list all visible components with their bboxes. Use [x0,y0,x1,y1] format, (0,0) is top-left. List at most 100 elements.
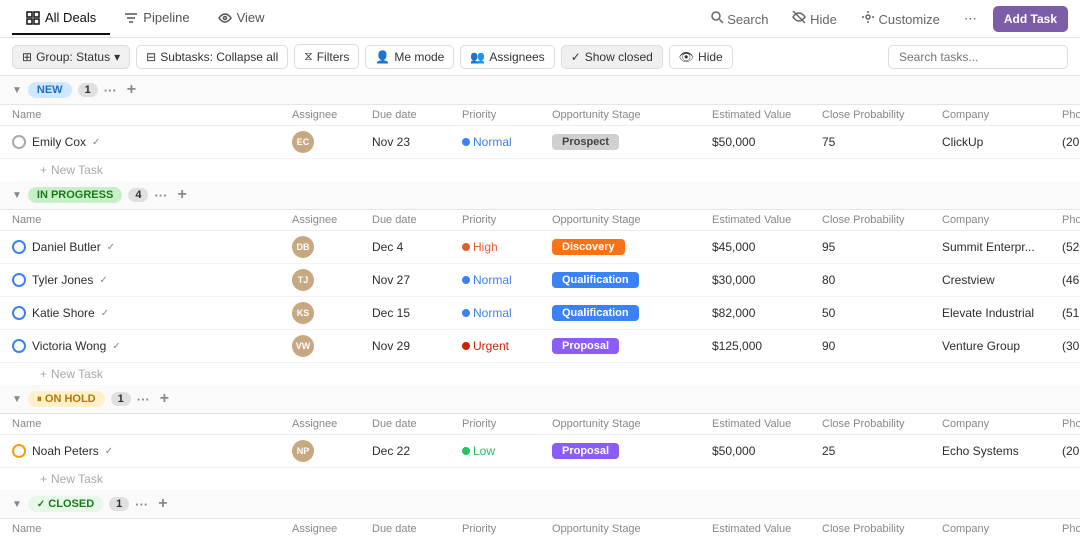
group-chevron-new[interactable]: ▼ [12,85,22,96]
task-name[interactable]: Daniel Butler [32,240,101,254]
group-count-on-hold: 1 [111,392,131,406]
col-header-close-probability: Close Probability [822,418,942,430]
col-header-close-probability: Close Probability [822,523,942,535]
table-row: Daniel Butler ✓ DB Dec 4 High Discovery … [0,231,1080,264]
group-add-new[interactable]: + [127,82,136,98]
filters-btn[interactable]: ⧖ Filters [294,44,359,69]
col-header-opportunity-stage: Opportunity Stage [552,214,712,226]
priority-dot [462,138,470,146]
estimated-value-cell: $30,000 [712,273,822,287]
chevron-down-icon: ▾ [114,50,120,64]
assignee-cell: VW [292,335,372,357]
assignees-btn[interactable]: 👥 Assignees [460,45,554,69]
tab-pipeline[interactable]: Pipeline [110,2,203,35]
group-status-btn[interactable]: ⊞ Group: Status ▾ [12,45,130,69]
table-header-closed: NameAssigneeDue datePriorityOpportunity … [0,519,1080,538]
col-header-phone: Phone [1062,418,1080,430]
subtasks-btn[interactable]: ⊟ Subtasks: Collapse all [136,45,288,69]
group-more-closed[interactable]: ··· [135,497,148,512]
avatar: DB [292,236,314,258]
hide-btn[interactable]: 👁 Hide [669,45,733,69]
col-header-opportunity-stage: Opportunity Stage [552,523,712,535]
hide-button[interactable]: Hide [784,5,844,32]
assignee-cell: NP [292,440,372,462]
verify-icon: ✓ [99,275,107,286]
table-header-new: NameAssigneeDue datePriorityOpportunity … [0,105,1080,126]
task-name[interactable]: Emily Cox [32,135,86,149]
new-task-row-in-progress[interactable]: + New Task [0,363,1080,385]
priority-dot [462,276,470,284]
avatar: EC [292,131,314,153]
task-status-circle[interactable] [12,306,26,320]
phone-cell: (469) 890-1234 [1062,273,1080,287]
show-closed-btn[interactable]: ✓ Show closed [561,45,663,69]
group-more-on-hold[interactable]: ··· [137,392,150,407]
task-name[interactable]: Noah Peters [32,444,99,458]
col-header-priority: Priority [462,523,552,535]
col-header-name: Name [12,418,292,430]
me-mode-btn[interactable]: 👤 Me mode [365,45,454,69]
due-date-cell: Nov 27 [372,273,462,287]
phone-cell: (520) 321-4567 [1062,240,1080,254]
col-header-assignee: Assignee [292,523,372,535]
dots-icon[interactable]: ⋯ [956,6,985,32]
new-task-label: New Task [51,367,103,381]
priority-cell: Normal [462,135,552,149]
pipeline-icon [124,11,138,25]
table-header-in-progress: NameAssigneeDue datePriorityOpportunity … [0,210,1080,231]
verify-icon: ✓ [92,137,100,148]
priority-dot [462,309,470,317]
task-name[interactable]: Victoria Wong [32,339,106,353]
col-header-assignee: Assignee [292,418,372,430]
task-status-circle[interactable] [12,135,26,149]
task-status-circle[interactable] [12,273,26,287]
stage-cell: Discovery [552,239,712,255]
eye-icon [218,11,232,25]
nav-right: Search Hide Customize ⋯ Add Task [702,5,1068,32]
plus-icon: + [40,472,47,486]
add-task-button[interactable]: Add Task [993,6,1068,32]
name-cell: Katie Shore ✓ [12,306,292,320]
group-header-closed: ▼ ✓CLOSED 1 ··· + [0,490,1080,519]
stage-pill: Qualification [552,305,639,321]
col-header-company: Company [942,418,1062,430]
group-chevron-on-hold[interactable]: ▼ [12,394,22,405]
group-chevron-in-progress[interactable]: ▼ [12,190,22,201]
col-header-due-date: Due date [372,214,462,226]
stage-pill: Proposal [552,443,619,459]
group-add-on-hold[interactable]: + [160,391,169,407]
table-row: Katie Shore ✓ KS Dec 15 Normal Qualifica… [0,297,1080,330]
tab-view[interactable]: View [204,2,279,35]
avatar: VW [292,335,314,357]
stage-cell: Qualification [552,305,712,321]
tab-all-deals[interactable]: All Deals [12,2,110,35]
estimated-value-cell: $50,000 [712,444,822,458]
search-tasks-input[interactable] [888,45,1068,69]
col-header-close-probability: Close Probability [822,109,942,121]
group-add-in-progress[interactable]: + [177,187,186,203]
customize-button[interactable]: Customize [853,5,948,32]
col-header-estimated-value: Estimated Value [712,523,822,535]
close-probability-cell: 50 [822,306,942,320]
new-task-row-on-hold[interactable]: + New Task [0,468,1080,490]
task-name[interactable]: Katie Shore [32,306,95,320]
assignee-cell: EC [292,131,372,153]
col-header-name: Name [12,523,292,535]
verify-icon: ✓ [101,308,109,319]
group-more-new[interactable]: ··· [104,83,117,98]
group-chevron-closed[interactable]: ▼ [12,499,22,510]
task-status-circle[interactable] [12,444,26,458]
stage-pill: Prospect [552,134,619,150]
col-header-name: Name [12,214,292,226]
task-name[interactable]: Tyler Jones [32,273,93,287]
group-add-closed[interactable]: + [158,496,167,512]
task-status-circle[interactable] [12,339,26,353]
search-button[interactable]: Search [702,5,777,32]
task-status-circle[interactable] [12,240,26,254]
grid-icon [26,11,40,25]
col-header-estimated-value: Estimated Value [712,109,822,121]
stage-pill: Discovery [552,239,625,255]
group-more-in-progress[interactable]: ··· [154,188,167,203]
close-probability-cell: 25 [822,444,942,458]
new-task-row-new[interactable]: + New Task [0,159,1080,181]
